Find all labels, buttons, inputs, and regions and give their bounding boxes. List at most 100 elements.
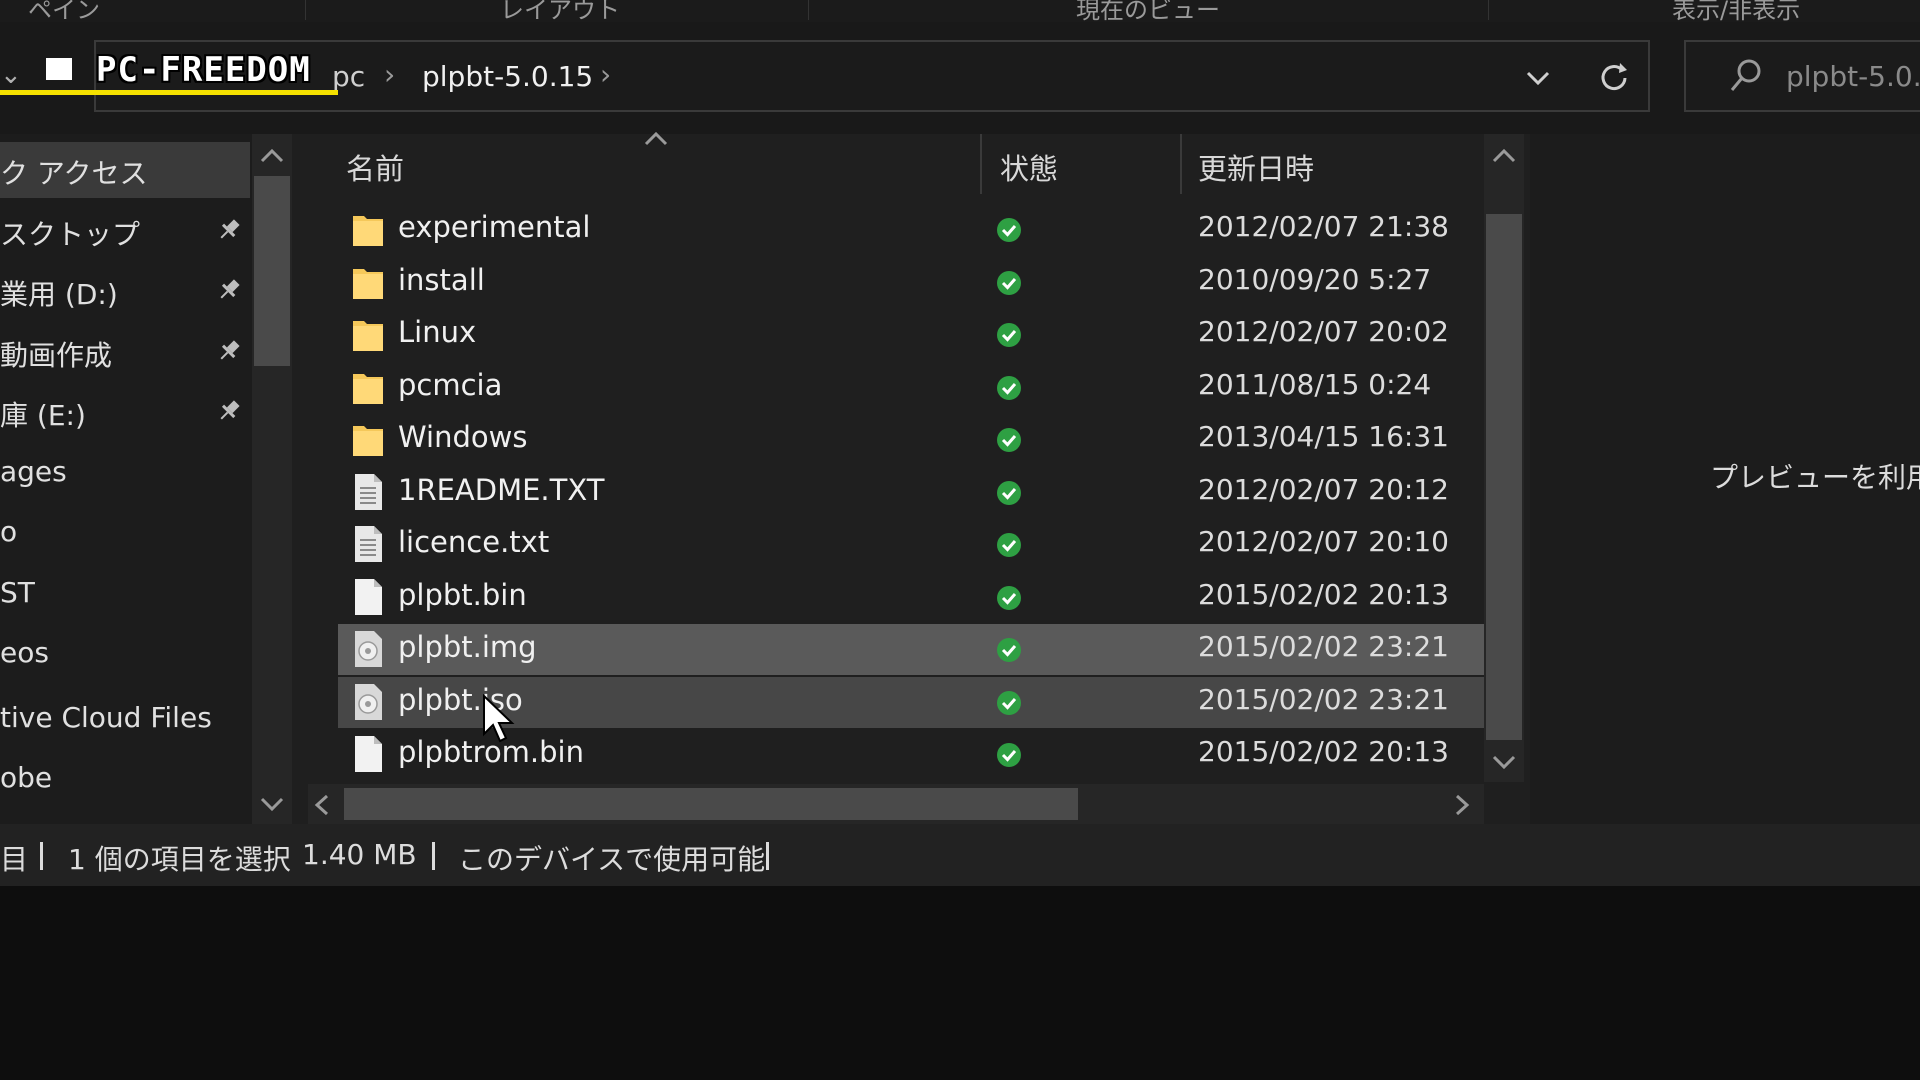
- file-modified-date: 2012/02/07 21:38: [1198, 210, 1449, 243]
- file-list-scrollbar-thumb[interactable]: [1486, 214, 1522, 740]
- status-availability: このデバイスで使用可能: [458, 843, 766, 876]
- file-row[interactable]: Windows 2013/04/15 16:31: [338, 414, 1484, 465]
- sidebar-item-label: 動画作成: [0, 338, 113, 372]
- search-input[interactable]: plpbt-5.0.1: [1786, 60, 1920, 93]
- navigation-scrollbar-thumb[interactable]: [254, 176, 290, 366]
- disc-image-icon: [355, 631, 382, 667]
- sidebar-item[interactable]: o: [0, 505, 250, 561]
- sidebar-item-label: o: [0, 515, 18, 548]
- refresh-icon[interactable]: [1598, 60, 1630, 92]
- file-modified-date: 2012/02/07 20:02: [1198, 315, 1449, 348]
- sidebar-item[interactable]: obe: [0, 751, 250, 807]
- file-modified-date: 2015/02/02 20:13: [1198, 735, 1449, 768]
- folder-icon: [353, 426, 383, 456]
- file-row[interactable]: Linux 2012/02/07 20:02: [338, 309, 1484, 360]
- file-modified-date: 2013/04/15 16:31: [1198, 420, 1449, 453]
- sidebar-item[interactable]: 業用 (D:): [0, 263, 250, 319]
- file-name: 1README.TXT: [398, 472, 605, 507]
- navigation-pane: ク アクセス スクトップ業用 (D:) 動画作成庫 (E:) ages o ST eos ti…: [0, 134, 252, 824]
- sidebar-item[interactable]: tive Cloud Files: [0, 691, 250, 747]
- breadcrumb-chevron-icon[interactable]: ›: [600, 58, 611, 91]
- column-header-date[interactable]: 更新日時: [1198, 146, 1314, 188]
- file-name: plpbt.bin: [398, 577, 527, 612]
- file-name: experimental: [398, 210, 591, 244]
- watermark-logo: PC-FREEDOM: [0, 48, 340, 96]
- pin-icon: [220, 400, 240, 420]
- sidebar-item-label: 業用 (D:): [0, 278, 118, 311]
- folder-icon: [353, 373, 383, 404]
- file-row[interactable]: experimental 2012/02/07 21:38: [338, 204, 1484, 255]
- file-modified-date: 2011/08/15 0:24: [1198, 367, 1432, 401]
- sync-ok-icon: [997, 270, 1021, 295]
- file-name: licence.txt: [398, 525, 550, 559]
- sidebar-item-label: ク アクセス: [0, 157, 148, 190]
- sidebar-item[interactable]: ages: [0, 445, 250, 501]
- file-row[interactable]: install 2010/09/20 5:27: [338, 257, 1484, 308]
- scroll-up-icon[interactable]: [258, 146, 286, 166]
- file-row[interactable]: 1README.TXT 2012/02/07 20:12: [338, 467, 1484, 518]
- sidebar-item[interactable]: 庫 (E:): [0, 384, 250, 440]
- watermark-text: PC-FREEDOM: [96, 50, 311, 90]
- file-name: plpbt.img: [398, 630, 537, 664]
- scroll-left-icon[interactable]: [312, 792, 332, 818]
- sync-ok-icon: [997, 375, 1021, 400]
- status-selection: 1 個の項目を選択: [68, 843, 291, 876]
- scroll-down-icon[interactable]: [258, 794, 286, 814]
- text-file-icon: [355, 526, 382, 562]
- sidebar-item[interactable]: ク アクセス: [0, 142, 250, 198]
- sidebar-item-label: 庫 (E:): [0, 399, 86, 432]
- scroll-right-icon[interactable]: [1452, 792, 1472, 818]
- pin-icon: [220, 218, 240, 238]
- file-row[interactable]: plpbt.bin 2015/02/02 20:13: [338, 572, 1484, 623]
- sidebar-item-label: ST: [0, 575, 35, 609]
- breadcrumb-chevron-icon[interactable]: ›: [384, 58, 395, 91]
- disc-image-icon: [355, 683, 382, 720]
- search-box[interactable]: plpbt-5.0.1: [1684, 40, 1920, 112]
- file-name: Windows: [398, 420, 528, 454]
- file-row[interactable]: licence.txt 2012/02/07 20:10: [338, 519, 1484, 570]
- file-modified-date: 2012/02/07 20:12: [1198, 472, 1449, 506]
- status-size: 1.40 MB: [302, 838, 417, 871]
- file-modified-date: 2015/02/02 23:21: [1198, 630, 1449, 663]
- sync-ok-icon: [997, 428, 1021, 452]
- file-row[interactable]: plpbt.img 2015/02/02 23:21: [338, 624, 1484, 675]
- sync-ok-icon: [997, 480, 1021, 505]
- preview-message: プレビューを利用で: [1710, 461, 1920, 494]
- sidebar-item[interactable]: ST: [0, 566, 250, 622]
- file-name: install: [398, 262, 485, 297]
- ribbon-bar: ペイン レイアウト 現在のビュー 表示/非表示: [0, 0, 1920, 24]
- sync-ok-icon: [997, 585, 1021, 610]
- text-file-icon: [355, 473, 382, 510]
- sync-ok-icon: [997, 533, 1021, 557]
- sidebar-item[interactable]: スクトップ: [0, 203, 250, 259]
- desktop-background: [0, 886, 1920, 1080]
- sidebar-item[interactable]: eos: [0, 626, 250, 682]
- file-row[interactable]: pcmcia 2011/08/15 0:24: [338, 362, 1484, 413]
- scroll-up-icon[interactable]: [1490, 146, 1518, 166]
- column-divider[interactable]: [1180, 134, 1182, 194]
- file-icon: [355, 736, 382, 772]
- mouse-cursor-icon: [483, 694, 515, 743]
- file-name: pcmcia: [398, 367, 503, 402]
- column-divider[interactable]: [980, 134, 982, 194]
- sidebar-item-label: スクトップ: [0, 217, 141, 251]
- breadcrumb-current[interactable]: plpbt-5.0.15: [422, 60, 593, 93]
- sidebar-item-label: obe: [0, 761, 53, 794]
- sidebar-item-label: tive Cloud Files: [0, 700, 212, 734]
- address-history-chevron-icon[interactable]: [1524, 66, 1552, 90]
- status-item-count: 目: [0, 843, 29, 876]
- file-name: Linux: [398, 315, 477, 349]
- sidebar-item[interactable]: 動画作成: [0, 324, 250, 380]
- horizontal-scrollbar-thumb[interactable]: [344, 788, 1078, 820]
- file-modified-date: 2015/02/02 20:13: [1198, 577, 1449, 611]
- preview-pane: プレビューを利用で: [1530, 134, 1920, 824]
- column-header-status[interactable]: 状態: [1000, 146, 1058, 188]
- file-modified-date: 2012/02/07 20:10: [1198, 525, 1449, 558]
- file-icon: [355, 578, 382, 615]
- scroll-down-icon[interactable]: [1490, 752, 1518, 772]
- sidebar-item-label: ages: [0, 454, 67, 488]
- sidebar-item-label: eos: [0, 636, 49, 669]
- sync-ok-icon: [997, 743, 1021, 767]
- column-header-name[interactable]: 名前: [346, 146, 404, 188]
- file-modified-date: 2015/02/02 23:21: [1198, 682, 1449, 716]
